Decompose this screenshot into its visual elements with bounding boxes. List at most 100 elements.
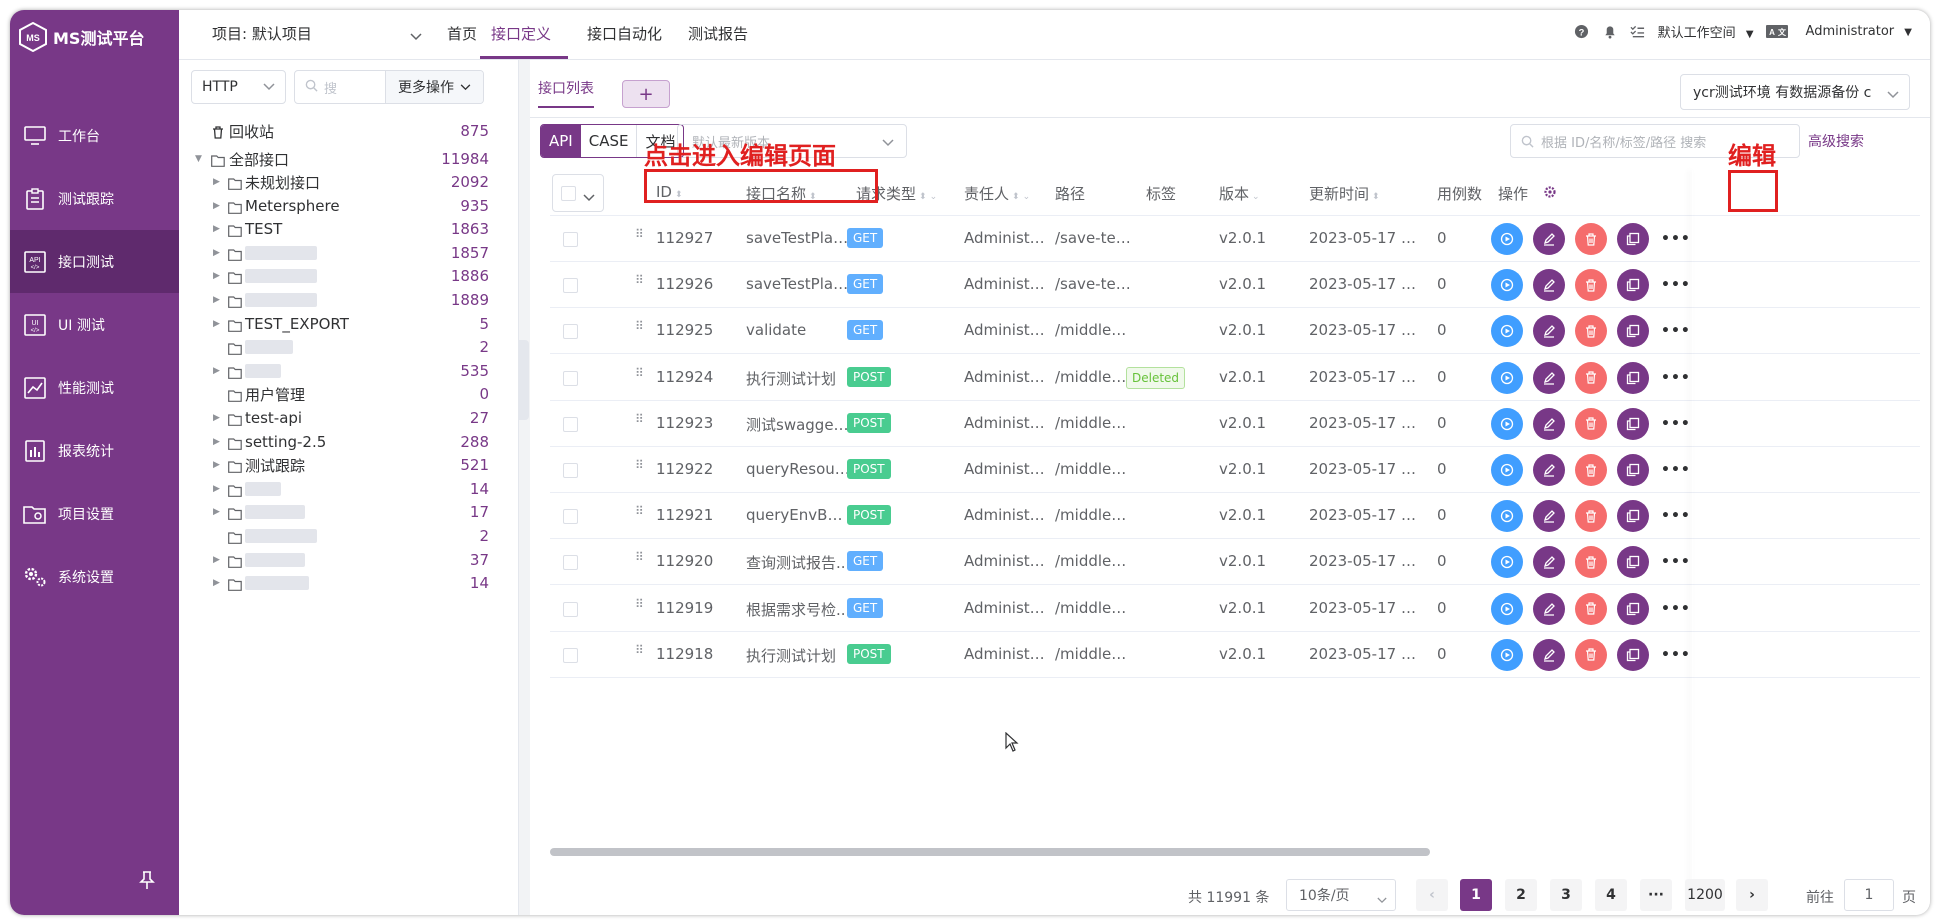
filter-icon[interactable]: ⌄: [1252, 192, 1260, 202]
drag-handle-icon[interactable]: ⠿: [635, 644, 645, 663]
drag-handle-icon[interactable]: ⠿: [635, 598, 645, 617]
drag-handle-icon[interactable]: ⠿: [635, 228, 645, 247]
more-ops-button[interactable]: 更多操作: [385, 71, 483, 103]
tree-node[interactable]: ▶ TEST 1863: [179, 216, 519, 242]
more-actions-icon[interactable]: •••: [1661, 323, 1691, 339]
delete-button[interactable]: [1575, 223, 1607, 255]
row-checkbox[interactable]: [563, 416, 578, 432]
more-actions-icon[interactable]: •••: [1661, 508, 1691, 524]
caret-right-icon[interactable]: ▶: [213, 224, 223, 234]
edit-button[interactable]: [1533, 269, 1565, 302]
horizontal-scrollbar[interactable]: [550, 848, 1430, 856]
copy-button[interactable]: [1617, 592, 1649, 625]
tab-api-list[interactable]: 接口列表: [538, 78, 594, 108]
copy-button[interactable]: [1617, 546, 1649, 579]
table-row[interactable]: ⠿ 112925 validateGET Administr... /middlewa.…: [550, 308, 1920, 355]
tree-node[interactable]: ▶ 535: [179, 358, 519, 384]
nav-home[interactable]: 首页: [447, 23, 477, 44]
row-checkbox[interactable]: [563, 601, 578, 617]
caret-right-icon[interactable]: ▶: [213, 319, 223, 329]
advanced-search-link[interactable]: 高级搜索: [1808, 131, 1864, 151]
sidebar-item-project-settings[interactable]: 项目设置: [10, 482, 179, 545]
protocol-select[interactable]: HTTP: [191, 70, 286, 104]
table-row[interactable]: ⠿ 112922 queryResour... POST Administr... /mi…: [550, 447, 1920, 493]
more-actions-icon[interactable]: •••: [1661, 647, 1691, 663]
drag-handle-icon[interactable]: ⠿: [635, 320, 645, 339]
caret-right-icon[interactable]: ▶: [213, 201, 223, 211]
sidebar-item-performance[interactable]: 性能测试: [10, 356, 179, 419]
drag-handle-icon[interactable]: ⠿: [635, 551, 645, 570]
delete-button[interactable]: [1575, 592, 1607, 625]
row-checkbox[interactable]: [563, 647, 578, 663]
tree-node[interactable]: ▶ setting-2.5 288: [179, 429, 519, 455]
caret-right-icon[interactable]: ▶: [213, 578, 223, 588]
tree-node-recycle-bin[interactable]: 回收站 875: [179, 118, 519, 144]
copy-button[interactable]: [1617, 361, 1649, 394]
delete-button[interactable]: [1575, 269, 1607, 302]
more-actions-icon[interactable]: •••: [1661, 554, 1691, 570]
caret-right-icon[interactable]: ▶: [213, 413, 223, 423]
caret-right-icon[interactable]: ▶: [213, 555, 223, 565]
tree-node[interactable]: 2: [179, 334, 519, 360]
run-button[interactable]: [1491, 592, 1523, 625]
project-selector[interactable]: 项目: 默认项目: [212, 23, 422, 44]
cell-name[interactable]: queryResour...: [746, 460, 851, 478]
more-actions-icon[interactable]: •••: [1661, 462, 1691, 478]
more-actions-icon[interactable]: •••: [1661, 370, 1691, 386]
page-ellipsis[interactable]: ···: [1640, 879, 1672, 911]
more-actions-icon[interactable]: •••: [1661, 416, 1691, 432]
caret-down-icon[interactable]: ▼: [195, 154, 205, 164]
tree-node[interactable]: ▶ test-api 27: [179, 405, 519, 431]
tree-node[interactable]: ▶ 14: [179, 476, 519, 502]
edit-button[interactable]: [1533, 454, 1565, 486]
table-row[interactable]: ⠿ 112923 测试swagger... POST Administr... /midd…: [550, 401, 1920, 447]
pin-icon[interactable]: [139, 870, 155, 894]
drag-handle-icon[interactable]: ⠿: [635, 413, 645, 432]
table-row[interactable]: ⠿ 112926 saveTestPlan... GET Administr... /sa…: [550, 262, 1920, 309]
more-actions-icon[interactable]: •••: [1661, 277, 1691, 293]
filter-icon[interactable]: ⌄: [930, 192, 938, 202]
column-settings-icon[interactable]: [1543, 185, 1557, 203]
edit-button[interactable]: [1533, 592, 1565, 625]
delete-button[interactable]: [1575, 407, 1607, 440]
more-actions-icon[interactable]: •••: [1661, 231, 1691, 247]
run-button[interactable]: [1491, 361, 1523, 394]
user-menu[interactable]: Administrator ▼: [1806, 24, 1912, 39]
run-button[interactable]: [1491, 546, 1523, 579]
table-row[interactable]: ⠿ 112919 根据需求号检... GET Administr... /middlewa…: [550, 586, 1920, 632]
mode-case-button[interactable]: CASE: [581, 125, 637, 157]
cell-name[interactable]: validate: [746, 321, 851, 339]
more-actions-icon[interactable]: •••: [1661, 601, 1691, 617]
table-row[interactable]: ⠿ 112921 queryEnvByP... POST Administr... /mi…: [550, 493, 1920, 540]
col-updated[interactable]: 更新时间 ⬍: [1309, 183, 1380, 204]
nav-api-definition[interactable]: 接口定义: [491, 23, 551, 44]
edit-button[interactable]: [1533, 407, 1565, 440]
run-button[interactable]: [1491, 269, 1523, 302]
table-row[interactable]: ⠿ 112924 执行测试计划POST Administr... /middlewa..…: [550, 355, 1920, 401]
run-button[interactable]: [1491, 500, 1523, 533]
delete-button[interactable]: [1575, 500, 1607, 533]
row-checkbox[interactable]: [563, 232, 578, 247]
row-checkbox[interactable]: [563, 324, 578, 340]
copy-button[interactable]: [1617, 454, 1649, 486]
caret-right-icon[interactable]: ▶: [213, 295, 223, 305]
row-checkbox[interactable]: [563, 278, 578, 294]
edit-button[interactable]: [1533, 315, 1565, 348]
add-tab-button[interactable]: +: [622, 80, 670, 108]
bell-icon[interactable]: [1602, 24, 1618, 40]
tree-node[interactable]: ▶ 17: [179, 499, 519, 525]
copy-button[interactable]: [1617, 407, 1649, 440]
copy-button[interactable]: [1617, 638, 1649, 671]
row-checkbox[interactable]: [563, 463, 578, 478]
select-all-dropdown[interactable]: [552, 174, 604, 212]
edit-button[interactable]: [1533, 223, 1565, 255]
app-logo[interactable]: MS MS测试平台: [18, 19, 144, 55]
nav-test-report[interactable]: 测试报告: [688, 23, 748, 44]
row-checkbox[interactable]: [563, 555, 578, 571]
caret-right-icon[interactable]: ▶: [213, 248, 223, 258]
delete-button[interactable]: [1575, 638, 1607, 671]
col-version[interactable]: 版本 ⌄: [1219, 183, 1260, 204]
select-all-checkbox[interactable]: [561, 186, 576, 201]
sidebar-item-system-settings[interactable]: 系统设置: [10, 545, 179, 608]
caret-right-icon[interactable]: ▶: [213, 366, 223, 376]
